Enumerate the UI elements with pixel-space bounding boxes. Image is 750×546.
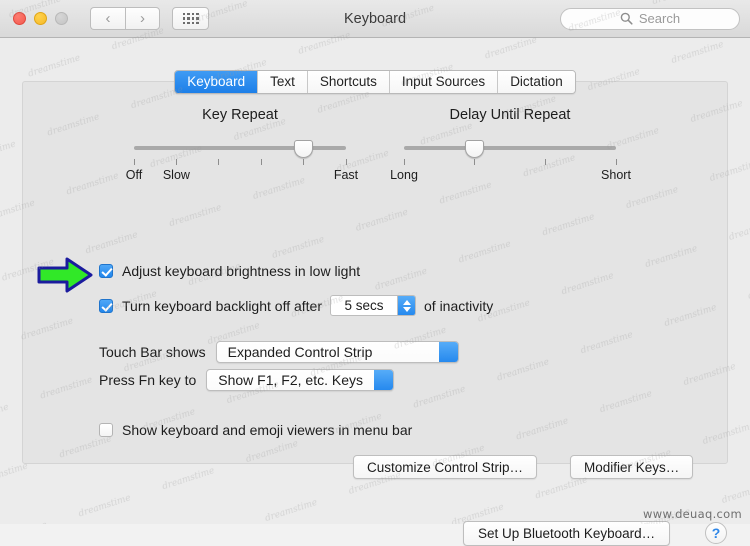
key-repeat-tick-labels: Off Slow Fast (120, 168, 360, 184)
slider-tick (133, 159, 135, 165)
slider-tick-label: Off (125, 168, 143, 182)
delay-until-repeat-ticks (403, 159, 617, 167)
backlight-off-label-after: of inactivity (424, 297, 494, 314)
show-all-preferences-button[interactable] (172, 7, 209, 30)
zoom-window-button[interactable] (55, 12, 68, 25)
tab-shortcuts[interactable]: Shortcuts (307, 71, 390, 93)
slider-tick (175, 159, 177, 165)
minimize-window-button[interactable] (34, 12, 47, 25)
modifier-keys-button[interactable]: Modifier Keys… (570, 455, 694, 479)
stepper-up-icon[interactable] (402, 299, 411, 305)
tab-dictation[interactable]: Dictation (498, 71, 575, 93)
slider-tick (218, 159, 220, 165)
traffic-lights (13, 12, 68, 25)
delay-until-repeat-slider[interactable] (390, 140, 630, 158)
press-fn-key-label: Press Fn key to (99, 372, 197, 388)
adjust-brightness-label: Adjust keyboard brightness in low light (122, 263, 361, 279)
chevron-right-icon: › (140, 10, 145, 27)
key-repeat-track (134, 146, 346, 150)
slider-tick (260, 159, 262, 165)
slider-tick-label: Fast (333, 168, 359, 182)
green-arrow-annotation (37, 257, 93, 293)
slider-tick (544, 159, 546, 165)
adjust-brightness-row: Adjust keyboard brightness in low light (99, 263, 360, 279)
show-keyboard-emoji-viewers-checkbox[interactable] (99, 423, 113, 437)
touch-bar-shows-value: Expanded Control Strip (227, 344, 373, 360)
touch-bar-shows-row: Touch Bar shows Expanded Control Strip (99, 341, 459, 363)
slider-tick (615, 159, 617, 165)
preferences-body: Key Repeat Off Slow Fast Delay Until Repea… (0, 38, 750, 546)
search-input[interactable]: Search (560, 7, 740, 30)
site-watermark: www.deuaq.com (643, 507, 742, 521)
delay-until-repeat-track (404, 146, 616, 150)
key-repeat-ticks (133, 159, 347, 167)
navigation-buttons: ‹ › (90, 7, 160, 30)
key-repeat-knob[interactable] (294, 140, 314, 158)
backlight-off-row: Turn keyboard backlight off after 5 secs… (99, 295, 493, 316)
backlight-duration-value: 5 secs (344, 298, 384, 313)
press-fn-key-row: Press Fn key to Show F1, F2, etc. Keys (99, 369, 394, 391)
close-window-button[interactable] (13, 12, 26, 25)
help-button[interactable]: ? (705, 522, 727, 544)
tab-input-sources[interactable]: Input Sources (389, 71, 499, 93)
set-up-bluetooth-keyboard-button[interactable]: Set Up Bluetooth Keyboard… (463, 521, 671, 546)
delay-until-repeat-title: Delay Until Repeat (449, 107, 571, 123)
press-fn-key-value: Show F1, F2, etc. Keys (218, 372, 363, 388)
search-placeholder: Search (638, 11, 681, 26)
slider-tick-label: Short (601, 168, 631, 182)
show-viewers-row: Show keyboard and emoji viewers in menu … (99, 422, 412, 438)
stepper-down-icon[interactable] (402, 306, 411, 312)
delay-until-repeat-knob[interactable] (465, 140, 485, 158)
slider-tick (303, 159, 305, 165)
backlight-duration-stepper[interactable]: 5 secs (330, 295, 416, 316)
slider-tick-label: Long (390, 168, 418, 182)
tab-text[interactable]: Text (258, 71, 308, 93)
touch-bar-shows-select[interactable]: Expanded Control Strip (215, 341, 459, 363)
search-icon (620, 12, 633, 25)
slider-tick (474, 159, 476, 165)
customize-control-strip-button[interactable]: Customize Control Strip… (353, 455, 538, 479)
window-titlebar: ‹ › Keyboard Search (0, 0, 750, 38)
slider-tick (403, 159, 405, 165)
tab-group: Keyboard Text Shortcuts Input Sources Dictat… (174, 70, 576, 94)
grid-icon (182, 12, 199, 25)
delay-until-repeat-slider-group: Delay Until Repeat Long Short (390, 107, 631, 184)
touch-bar-shows-label: Touch Bar shows (99, 344, 206, 360)
slider-tick-label: Slow (162, 168, 190, 182)
stepper-arrows-icon[interactable] (397, 296, 415, 315)
chevron-left-icon: ‹ (105, 10, 111, 27)
press-fn-key-select[interactable]: Show F1, F2, etc. Keys (206, 369, 394, 391)
key-repeat-title: Key Repeat (202, 107, 278, 123)
slider-tick (345, 159, 347, 165)
back-button[interactable]: ‹ (90, 7, 125, 30)
preferences-tabbar: Keyboard Text Shortcuts Input Sources Dictat… (0, 70, 750, 94)
forward-button[interactable]: › (125, 7, 160, 30)
key-repeat-slider-group: Key Repeat Off Slow Fast (120, 107, 360, 184)
turn-backlight-off-checkbox[interactable] (99, 298, 113, 313)
select-arrows-icon[interactable] (374, 370, 393, 390)
keyboard-preferences-window: ‹ › Keyboard Search Key Repeat Off Slow … (0, 0, 750, 546)
delay-until-repeat-tick-labels: Long Short (390, 168, 631, 184)
key-repeat-slider[interactable] (120, 140, 360, 158)
tab-keyboard[interactable]: Keyboard (175, 71, 259, 93)
show-viewers-label: Show keyboard and emoji viewers in menu … (122, 422, 413, 438)
adjust-keyboard-brightness-checkbox[interactable] (99, 264, 113, 278)
select-arrows-icon[interactable] (438, 342, 458, 362)
backlight-off-label-before: Turn keyboard backlight off after (122, 297, 322, 314)
